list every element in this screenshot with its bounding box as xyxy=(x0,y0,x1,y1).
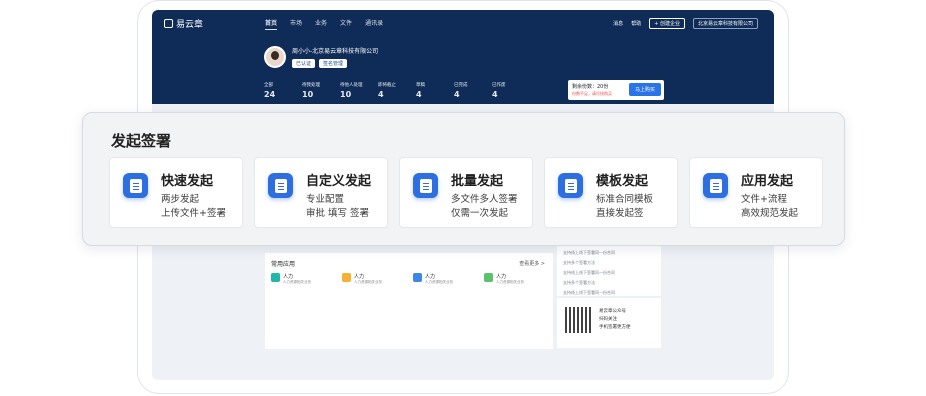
batch-doc-icon xyxy=(413,173,438,198)
verified-button[interactable]: 已认证 xyxy=(292,59,316,68)
card-title: 应用发起 xyxy=(741,174,794,189)
menu-market[interactable]: 市场 xyxy=(290,18,302,30)
card-desc: 专业配置 xyxy=(306,194,345,205)
profile: 周小小-北京易云章科技有限公司 已认证 签名管理 xyxy=(264,46,378,68)
card-desc: 仅需一次发起 xyxy=(451,208,509,219)
card-desc: 高效规范发起 xyxy=(741,208,799,219)
menu-files[interactable]: 文件 xyxy=(340,18,352,30)
list-item: 支持线上线下签署同一份合同 xyxy=(563,290,615,295)
app-icon xyxy=(271,273,280,282)
custom-initiate-card[interactable]: 自定义发起 专业配置 审批 填写 签署 xyxy=(254,157,388,228)
card-desc: 上传文件+签署 xyxy=(161,208,226,219)
card-title: 批量发起 xyxy=(451,174,504,189)
quota-card: 剩余份数：20份 份数不足，请尽快购买 马上购买 xyxy=(568,80,664,100)
list-item: 支持线上线下签署同一份合同 xyxy=(563,270,615,275)
company-select[interactable]: 北京易云章科技有限公司 xyxy=(692,18,758,29)
app-item[interactable]: 人力 人力资源相关业务 xyxy=(413,273,471,285)
app-flow-icon xyxy=(703,173,728,198)
app-icon xyxy=(484,273,493,282)
avatar xyxy=(264,46,286,68)
stat-void[interactable]: 已作废 4 xyxy=(492,82,530,99)
quick-doc-icon xyxy=(123,173,148,198)
message-link[interactable]: 消息 xyxy=(613,20,623,27)
stat-all[interactable]: 全部 24 xyxy=(264,82,302,99)
card-desc: 审批 填写 签署 xyxy=(306,208,370,219)
top-nav: 易云章 首页 市场 业务 文件 通讯录 消息 帮助 + 创建企业 北京易云章科技… xyxy=(152,10,774,104)
view-more-link[interactable]: 查看更多 > xyxy=(519,260,545,267)
app-icon xyxy=(413,273,422,282)
app-item[interactable]: 人力 人力资源相关业务 xyxy=(271,273,329,285)
menu-business[interactable]: 业务 xyxy=(315,18,327,30)
app-icon xyxy=(342,273,351,282)
qr-code-icon xyxy=(565,307,591,333)
help-link[interactable]: 帮助 xyxy=(631,20,641,27)
card-title: 模板发起 xyxy=(596,174,649,189)
card-desc: 直接发起签 xyxy=(596,208,644,219)
card-desc: 标准合同模板 xyxy=(596,194,654,205)
quick-initiate-card[interactable]: 快速发起 两步发起 上传文件+签署 xyxy=(109,157,243,228)
template-icon xyxy=(558,173,583,198)
card-title: 自定义发起 xyxy=(306,174,372,189)
list-item: 支持多个签署方法 xyxy=(563,280,595,285)
create-company-button[interactable]: + 创建企业 xyxy=(649,18,685,29)
main-menu: 首页 市场 业务 文件 通讯录 xyxy=(265,18,383,30)
tips-list: 支持线上线下签署同一份合同 支持多个签署方法 支持线上线下签署同一份合同 支持多… xyxy=(557,240,661,296)
wechat-title: 易云章公众号 xyxy=(599,309,626,314)
batch-initiate-card[interactable]: 批量发起 多文件多人签署 仅需一次发起 xyxy=(399,157,533,228)
stats-bar: 全部 24 待我处理 10 待他人处理 10 即将截止 4 草稿 4 已完成 4 已作废 4 xyxy=(264,82,530,99)
stat-draft[interactable]: 草稿 4 xyxy=(416,82,454,99)
nav-right: 消息 帮助 + 创建企业 北京易云章科技有限公司 xyxy=(613,18,758,29)
stat-others[interactable]: 待他人处理 10 xyxy=(340,82,378,99)
logo[interactable]: 易云章 xyxy=(164,17,203,30)
seal-icon xyxy=(164,19,173,28)
app-item[interactable]: 人力 人力资源相关业务 xyxy=(342,273,400,285)
panel-title: 常用应用 xyxy=(271,261,296,268)
card-title: 快速发起 xyxy=(161,174,214,189)
card-desc: 文件+流程 xyxy=(741,194,787,205)
buy-button[interactable]: 马上购买 xyxy=(628,83,661,96)
stat-deadline[interactable]: 即将截止 4 xyxy=(378,82,416,99)
stat-done[interactable]: 已完成 4 xyxy=(454,82,492,99)
template-initiate-card[interactable]: 模板发起 标准合同模板 直接发起签 xyxy=(544,157,678,228)
card-desc: 两步发起 xyxy=(161,194,200,205)
initiate-sign-panel: 发起签署 快速发起 两步发起 上传文件+签署 自定义发起 专业配置 审批 填写 … xyxy=(82,112,845,246)
stat-todo[interactable]: 待我处理 10 xyxy=(302,82,340,99)
profile-name: 周小小-北京易云章科技有限公司 xyxy=(292,48,379,55)
edit-doc-icon xyxy=(268,173,293,198)
menu-contacts[interactable]: 通讯录 xyxy=(365,18,383,30)
wechat-line2: 手机签署更方便 xyxy=(599,325,631,330)
panel-title: 发起签署 xyxy=(111,132,172,150)
list-item: 支持线上线下签署同一份合同 xyxy=(563,250,615,255)
menu-home[interactable]: 首页 xyxy=(265,18,278,30)
card-desc: 多文件多人签署 xyxy=(451,194,518,205)
signature-manage-button[interactable]: 签名管理 xyxy=(319,59,348,68)
list-item: 支持多个签署方法 xyxy=(563,260,595,265)
app-item[interactable]: 人力 人力资源相关业务 xyxy=(484,273,542,285)
app-initiate-card[interactable]: 应用发起 文件+流程 高效规范发起 xyxy=(689,157,823,228)
wechat-card: 易云章公众号 扫码关注 手机签署更方便 xyxy=(557,298,661,348)
common-apps-panel: 常用应用 查看更多 > 人力 人力资源相关业务 人力 人力资源相关业务 人力 人力资源… xyxy=(265,253,553,349)
wechat-line1: 扫码关注 xyxy=(599,317,617,322)
